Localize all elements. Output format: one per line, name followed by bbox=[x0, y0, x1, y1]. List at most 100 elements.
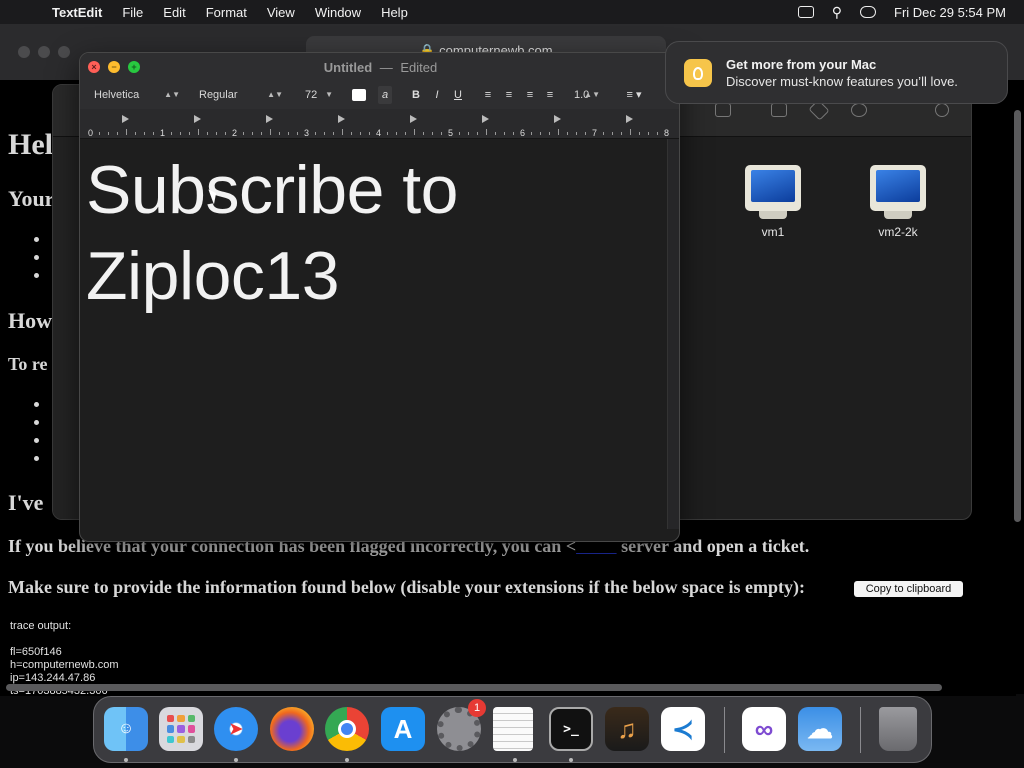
ruler-tick bbox=[135, 132, 136, 135]
app-store-icon[interactable]: A bbox=[381, 707, 425, 751]
vscode-icon[interactable]: ≺ bbox=[661, 707, 705, 751]
ruler-number: 7 bbox=[592, 128, 598, 138]
vertical-scrollbar[interactable] bbox=[1014, 110, 1021, 522]
firefox-icon[interactable] bbox=[270, 707, 314, 751]
ruler-tick bbox=[441, 132, 442, 135]
finder-search-icon[interactable] bbox=[935, 103, 949, 117]
visual-studio-icon[interactable]: ∞ bbox=[742, 707, 786, 751]
tab-stop-icon[interactable] bbox=[266, 115, 273, 123]
bullet bbox=[34, 237, 39, 242]
share-icon[interactable] bbox=[771, 103, 787, 117]
ruler-tick bbox=[117, 132, 118, 135]
tab-stop-icon[interactable] bbox=[482, 115, 489, 123]
ruler-tick bbox=[225, 132, 226, 135]
document-body[interactable]: Subscribe to Ziploc13 bbox=[80, 139, 667, 529]
ruler-tick bbox=[216, 132, 217, 135]
weather-icon[interactable]: ☁ bbox=[798, 707, 842, 751]
underline-button[interactable]: U bbox=[452, 86, 464, 104]
ruler-tick bbox=[198, 129, 199, 135]
align-center-icon[interactable]: ≡ bbox=[502, 86, 516, 104]
vm2-2k-item[interactable]: vm2-2k bbox=[858, 165, 938, 239]
list-bullets-icon[interactable]: ≡ ▾ bbox=[620, 86, 648, 104]
font-style-select[interactable]: Regular ▲▼ bbox=[193, 86, 287, 104]
ruler-tick bbox=[360, 132, 361, 135]
page-heading: Hel bbox=[8, 128, 53, 161]
finder-icon[interactable]: ☺ bbox=[104, 707, 148, 751]
align-justify-icon[interactable]: ≡ bbox=[543, 86, 557, 104]
font-size-select[interactable]: 72 ▼ bbox=[299, 86, 337, 104]
italic-button[interactable]: I bbox=[431, 86, 443, 104]
menu-format[interactable]: Format bbox=[196, 5, 257, 20]
ruler-tick bbox=[270, 129, 271, 135]
bullet bbox=[34, 420, 39, 425]
align-right-icon[interactable]: ≡ bbox=[523, 86, 537, 104]
notification-banner[interactable]: Get more from your Mac Discover must-kno… bbox=[665, 41, 1008, 104]
text-color-well[interactable] bbox=[352, 89, 366, 101]
chevron-updown-icon: ▲▼ bbox=[267, 90, 283, 99]
running-indicator bbox=[345, 758, 349, 762]
launchpad-icon[interactable] bbox=[159, 707, 203, 751]
font-size-value: 72 bbox=[305, 89, 318, 101]
line-spacing-select[interactable]: 1.0 ▲▼ bbox=[568, 86, 604, 104]
highlight-color-button[interactable]: a bbox=[378, 86, 392, 104]
menu-clock[interactable]: Fri Dec 29 5:54 PM bbox=[894, 5, 1006, 20]
browser-zoom-button[interactable] bbox=[58, 46, 70, 58]
tab-stop-icon[interactable] bbox=[122, 115, 129, 123]
terminal-icon[interactable]: >_ bbox=[549, 707, 593, 751]
ruler-number: 2 bbox=[232, 128, 238, 138]
browser-close-button[interactable] bbox=[18, 46, 30, 58]
tab-stop-icon[interactable] bbox=[338, 115, 345, 123]
menu-window[interactable]: Window bbox=[305, 5, 371, 20]
align-left-icon[interactable]: ≡ bbox=[481, 86, 495, 104]
font-family-select[interactable]: Helvetica ▲▼ bbox=[88, 86, 184, 104]
ruler-tick bbox=[171, 132, 172, 135]
ruler-number: 3 bbox=[304, 128, 310, 138]
bold-button[interactable]: B bbox=[410, 86, 422, 104]
document-text[interactable]: Subscribe to Ziploc13 bbox=[86, 147, 661, 319]
page-paragraph: To re bbox=[8, 354, 48, 374]
chrome-icon[interactable] bbox=[325, 707, 369, 751]
horizontal-scrollbar[interactable] bbox=[6, 684, 942, 691]
notification-badge: 1 bbox=[468, 699, 486, 717]
tab-stop-icon[interactable] bbox=[626, 115, 633, 123]
chevron-updown-icon: ▲▼ bbox=[584, 90, 600, 99]
vm1-item[interactable]: vm1 bbox=[733, 165, 813, 239]
finder-sidebar bbox=[53, 137, 81, 519]
notification-body: Discover must-know features you’ll love. bbox=[726, 74, 958, 89]
screen-mirroring-icon[interactable] bbox=[797, 6, 814, 18]
menu-file[interactable]: File bbox=[112, 5, 153, 20]
ruler-number: 4 bbox=[376, 128, 382, 138]
ruler-number: 0 bbox=[88, 128, 94, 138]
more-actions-icon[interactable] bbox=[851, 103, 867, 117]
ruler-tick bbox=[513, 132, 514, 135]
control-center-icon[interactable] bbox=[860, 6, 876, 18]
menu-help[interactable]: Help bbox=[371, 5, 418, 20]
document-status: Edited bbox=[400, 60, 438, 75]
tab-stop-icon[interactable] bbox=[410, 115, 417, 123]
document-scrollbar[interactable] bbox=[667, 139, 679, 529]
spotlight-search-icon[interactable]: ⚲ bbox=[832, 4, 842, 21]
textedit-icon[interactable] bbox=[493, 707, 533, 751]
copy-to-clipboard-button[interactable]: Copy to clipboard bbox=[854, 581, 963, 597]
bullet bbox=[34, 402, 39, 407]
chevron-down-icon: ▼ bbox=[325, 90, 333, 99]
menu-app-name[interactable]: TextEdit bbox=[52, 5, 112, 20]
ruler-tick bbox=[486, 129, 487, 135]
garageband-icon[interactable]: ♫ bbox=[605, 707, 649, 751]
running-indicator bbox=[234, 758, 238, 762]
ruler-tick bbox=[189, 132, 190, 135]
browser-minimize-button[interactable] bbox=[38, 46, 50, 58]
view-options-icon[interactable] bbox=[715, 103, 731, 117]
font-style-value: Regular bbox=[199, 89, 238, 101]
menu-edit[interactable]: Edit bbox=[153, 5, 195, 20]
ruler-tick bbox=[351, 132, 352, 135]
menu-view[interactable]: View bbox=[257, 5, 305, 20]
browser-window-controls bbox=[18, 46, 70, 58]
ruler-tick bbox=[432, 132, 433, 135]
tab-stop-icon[interactable] bbox=[554, 115, 561, 123]
ruler-tick bbox=[639, 132, 640, 135]
ruler-tick bbox=[531, 132, 532, 135]
trash-icon[interactable] bbox=[879, 707, 917, 751]
tab-stop-icon[interactable] bbox=[194, 115, 201, 123]
safari-icon[interactable]: ➤ bbox=[214, 707, 258, 751]
